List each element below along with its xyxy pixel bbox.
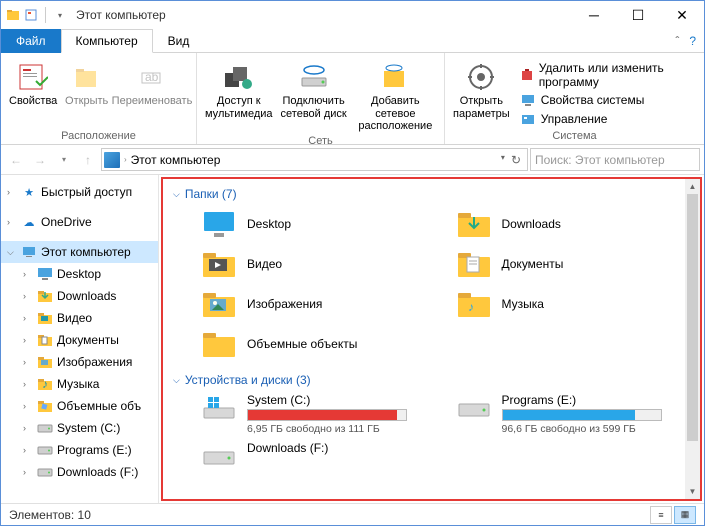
tiles-view-button[interactable]: ▦ bbox=[674, 506, 696, 524]
tree-item[interactable]: ›Изображения bbox=[1, 351, 158, 373]
map-drive-button[interactable]: Подключить сетевой диск bbox=[279, 57, 349, 120]
tree-item[interactable]: ›Видео bbox=[1, 307, 158, 329]
drive-item[interactable]: Downloads (F:) bbox=[201, 441, 436, 469]
folder-icon bbox=[201, 209, 237, 239]
group-system-label: Система bbox=[453, 128, 696, 142]
system-properties-button[interactable]: Свойства системы bbox=[520, 92, 696, 108]
tree-item[interactable]: ›Downloads bbox=[1, 285, 158, 307]
address-dropdown-icon[interactable]: ▾ bbox=[501, 153, 505, 167]
drive-icon bbox=[201, 441, 237, 469]
open-button: Открыть bbox=[63, 57, 110, 108]
capacity-bar bbox=[247, 409, 407, 421]
scroll-thumb[interactable] bbox=[687, 194, 698, 441]
tree-item[interactable]: ›Programs (E:) bbox=[1, 439, 158, 461]
folder-icon bbox=[201, 249, 237, 279]
scroll-up-icon[interactable]: ▲ bbox=[685, 179, 700, 194]
folder-item[interactable]: Документы bbox=[456, 247, 691, 281]
tree-item[interactable]: ›Desktop bbox=[1, 263, 158, 285]
explorer-icon bbox=[5, 7, 21, 23]
forward-button[interactable]: → bbox=[29, 149, 51, 171]
video-icon bbox=[37, 310, 53, 326]
search-input[interactable]: Поиск: Этот компьютер bbox=[530, 148, 700, 171]
scroll-down-icon[interactable]: ▼ bbox=[685, 484, 700, 499]
maximize-button[interactable]: ☐ bbox=[616, 1, 660, 29]
tree-item[interactable]: ›Документы bbox=[1, 329, 158, 351]
folder-item[interactable]: Desktop bbox=[201, 207, 436, 241]
desktop-icon bbox=[37, 266, 53, 282]
drive-item[interactable]: Programs (E:)96,6 ГБ свободно из 599 ГБ bbox=[456, 393, 691, 435]
group-location-label: Расположение bbox=[9, 128, 188, 142]
folder-icon: ♪ bbox=[456, 289, 492, 319]
close-button[interactable]: ✕ bbox=[660, 1, 704, 29]
capacity-bar bbox=[502, 409, 662, 421]
uninstall-button[interactable]: Удалить или изменить программу bbox=[520, 61, 696, 89]
tree-quick-access[interactable]: ›★Быстрый доступ bbox=[1, 181, 158, 203]
tree-onedrive[interactable]: ›☁OneDrive bbox=[1, 211, 158, 233]
tab-view[interactable]: Вид bbox=[153, 29, 205, 53]
folder-item[interactable]: Downloads bbox=[456, 207, 691, 241]
downloads-icon bbox=[37, 288, 53, 304]
folders-section-header[interactable]: ⌵Папки (7) bbox=[173, 187, 690, 201]
qat-properties-icon[interactable] bbox=[23, 7, 39, 23]
folder-icon bbox=[456, 209, 492, 239]
status-items: Элементов: 10 bbox=[9, 508, 91, 522]
tree-item[interactable]: ›Downloads (F:) bbox=[1, 461, 158, 483]
music-icon: ♪ bbox=[37, 376, 53, 392]
3d-icon bbox=[37, 398, 53, 414]
open-settings-button[interactable]: Открыть параметры bbox=[453, 57, 510, 120]
drive-icon bbox=[456, 393, 492, 421]
manage-button[interactable]: Управление bbox=[520, 111, 696, 127]
minimize-button[interactable]: ─ bbox=[572, 1, 616, 29]
rename-button: ab Переименовать bbox=[116, 57, 188, 108]
address-path: Этот компьютер bbox=[131, 153, 221, 167]
tree-item[interactable]: ›Объемные объ bbox=[1, 395, 158, 417]
tree-item[interactable]: ›♪Музыка bbox=[1, 373, 158, 395]
tab-file[interactable]: Файл bbox=[1, 29, 61, 53]
svg-text:ab: ab bbox=[145, 70, 159, 84]
folder-item[interactable]: ♪Музыка bbox=[456, 287, 691, 321]
drives-section-header[interactable]: ⌵Устройства и диски (3) bbox=[173, 373, 690, 387]
add-network-button[interactable]: Добавить сетевое расположение bbox=[355, 57, 436, 133]
ribbon-collapse-icon[interactable]: ˆ bbox=[675, 34, 679, 48]
drive-item[interactable]: System (C:)6,95 ГБ свободно из 111 ГБ bbox=[201, 393, 436, 435]
folder-icon bbox=[456, 249, 492, 279]
refresh-icon[interactable]: ↻ bbox=[511, 153, 521, 167]
svg-text:♪: ♪ bbox=[468, 300, 474, 314]
navigation-pane[interactable]: ›★Быстрый доступ ›☁OneDrive ⌵Этот компью… bbox=[1, 175, 159, 503]
drive-icon bbox=[201, 393, 237, 421]
folder-item[interactable]: Изображения bbox=[201, 287, 436, 321]
details-view-button[interactable]: ≡ bbox=[650, 506, 672, 524]
help-icon[interactable]: ? bbox=[689, 34, 696, 48]
folder-item[interactable]: Видео bbox=[201, 247, 436, 281]
back-button[interactable]: ← bbox=[5, 149, 27, 171]
thispc-icon bbox=[104, 152, 120, 168]
folder-icon bbox=[201, 329, 237, 359]
tab-computer[interactable]: Компьютер bbox=[61, 29, 153, 53]
docs-icon bbox=[37, 332, 53, 348]
properties-button[interactable]: Свойства bbox=[9, 57, 57, 108]
window-title: Этот компьютер bbox=[76, 8, 166, 22]
images-icon bbox=[37, 354, 53, 370]
svg-text:♪: ♪ bbox=[42, 377, 48, 391]
up-button[interactable]: ↑ bbox=[77, 149, 99, 171]
drive-icon bbox=[37, 420, 53, 436]
recent-dropdown[interactable]: ▾ bbox=[53, 149, 75, 171]
folder-item[interactable]: Объемные объекты bbox=[201, 327, 436, 361]
address-bar[interactable]: › Этот компьютер ▾ ↻ bbox=[101, 148, 528, 171]
qat-dropdown-icon[interactable]: ▾ bbox=[52, 7, 68, 23]
folder-icon bbox=[201, 289, 237, 319]
media-access-button[interactable]: Доступ к мультимедиа bbox=[205, 57, 273, 120]
tree-item[interactable]: ›System (C:) bbox=[1, 417, 158, 439]
drive-icon bbox=[37, 442, 53, 458]
drive-icon bbox=[37, 464, 53, 480]
scrollbar[interactable]: ▲ ▼ bbox=[685, 179, 700, 499]
tree-thispc[interactable]: ⌵Этот компьютер bbox=[1, 241, 158, 263]
